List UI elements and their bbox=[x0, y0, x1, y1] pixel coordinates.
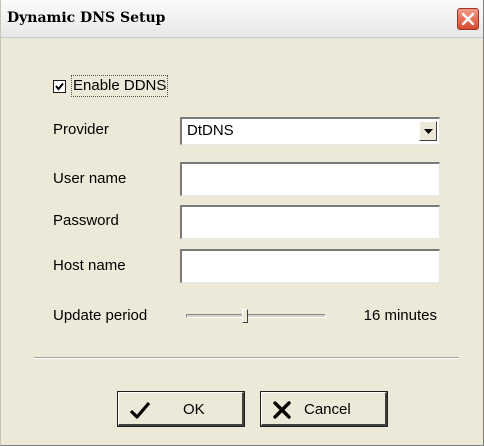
slider-thumb[interactable] bbox=[242, 309, 248, 323]
enable-ddns-label[interactable]: Enable DDNS bbox=[71, 75, 169, 97]
divider bbox=[34, 357, 459, 359]
user-name-field[interactable] bbox=[180, 162, 440, 196]
title-bar[interactable]: Dynamic DNS Setup bbox=[1, 0, 483, 38]
update-period-value: 16 minutes bbox=[363, 307, 437, 324]
host-name-field[interactable] bbox=[180, 249, 440, 283]
checkmark-icon bbox=[129, 401, 151, 419]
user-name-input[interactable] bbox=[182, 164, 439, 195]
password-label: Password bbox=[53, 212, 119, 229]
update-period-label: Update period bbox=[53, 307, 148, 324]
close-icon bbox=[461, 12, 475, 26]
slider-track[interactable] bbox=[186, 314, 326, 318]
provider-label: Provider bbox=[53, 121, 109, 138]
close-button[interactable] bbox=[457, 8, 479, 30]
x-icon bbox=[273, 401, 291, 419]
cancel-button-label: Cancel bbox=[304, 401, 351, 418]
chevron-down-icon bbox=[424, 129, 433, 134]
update-period-slider[interactable] bbox=[186, 306, 326, 326]
password-field[interactable] bbox=[180, 205, 440, 239]
host-name-label: Host name bbox=[53, 257, 126, 274]
user-name-label: User name bbox=[53, 170, 127, 187]
provider-select[interactable]: DtDNS bbox=[180, 117, 440, 145]
enable-ddns-checkbox[interactable] bbox=[53, 80, 66, 93]
provider-value: DtDNS bbox=[187, 122, 234, 139]
ok-button-label: OK bbox=[183, 401, 205, 418]
checkmark-icon bbox=[55, 82, 64, 91]
provider-dropdown-button[interactable] bbox=[419, 121, 437, 141]
dialog-title: Dynamic DNS Setup bbox=[7, 10, 166, 26]
host-name-input[interactable] bbox=[182, 251, 439, 282]
dynamic-dns-dialog: Dynamic DNS Setup Enable DDNS Provider D… bbox=[0, 0, 484, 446]
cancel-button[interactable]: Cancel bbox=[260, 391, 388, 427]
password-input[interactable] bbox=[182, 207, 439, 238]
ok-button[interactable]: OK bbox=[117, 391, 245, 427]
